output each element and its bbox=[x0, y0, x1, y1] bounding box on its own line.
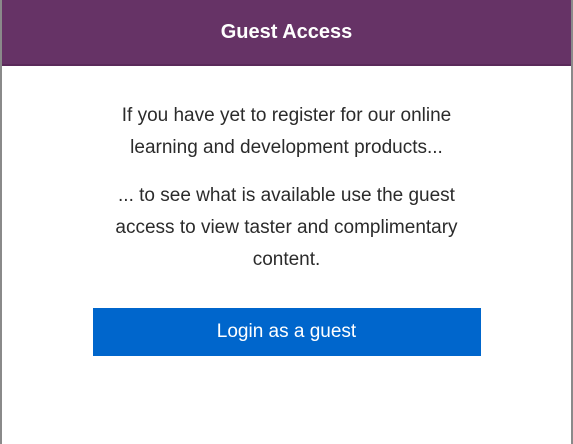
login-as-guest-button[interactable]: Login as a guest bbox=[92, 308, 481, 356]
panel-header: Guest Access bbox=[2, 0, 571, 66]
panel-body: If you have yet to register for our onli… bbox=[2, 66, 571, 356]
panel-title: Guest Access bbox=[220, 20, 353, 43]
guest-access-panel: Guest Access If you have yet to register… bbox=[0, 0, 573, 444]
info-paragraph: ... to see what is available use the gue… bbox=[115, 185, 458, 270]
intro-paragraph: If you have yet to register for our onli… bbox=[121, 105, 452, 158]
